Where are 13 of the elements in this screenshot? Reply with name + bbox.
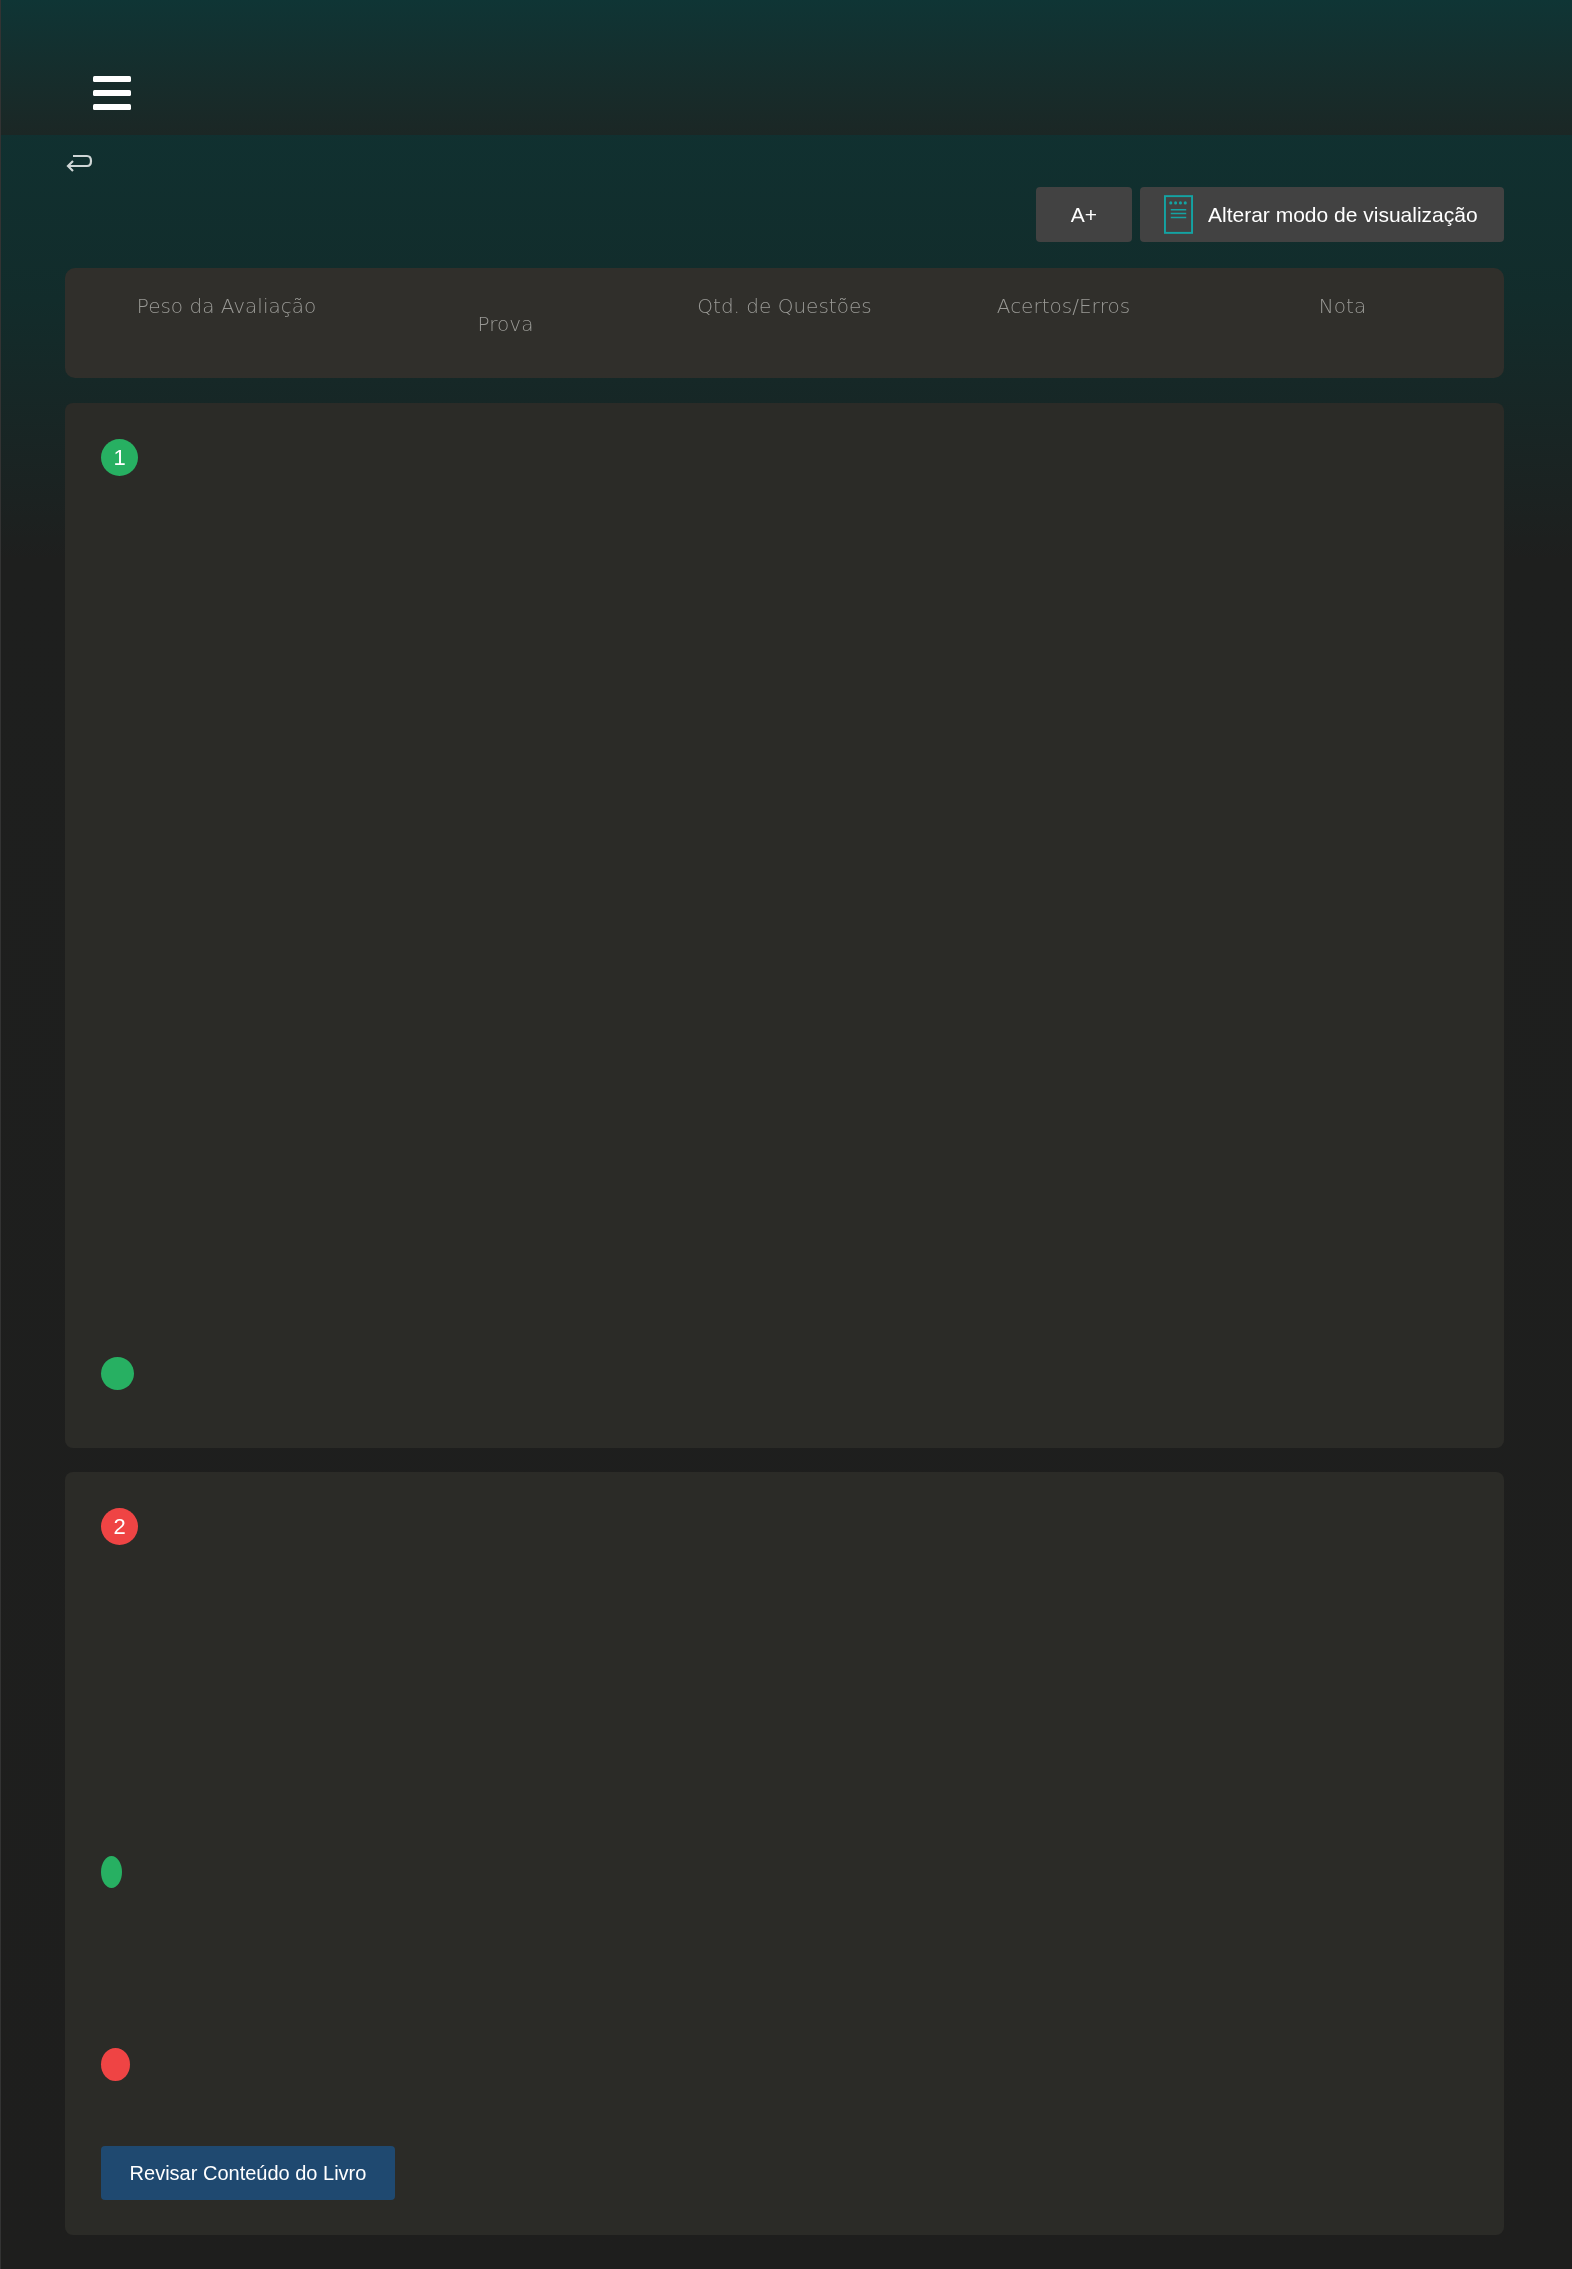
question-number: 1 <box>101 439 138 476</box>
column-heading: Peso da Avaliação <box>135 294 318 318</box>
column-heading: Nota <box>1317 294 1368 318</box>
column-heading: Prova <box>476 311 535 336</box>
back-arrow-icon[interactable] <box>65 153 93 173</box>
view-mode-button[interactable]: Alterar modo de visualização <box>1140 187 1504 242</box>
column-heading: Qtd. de Questões <box>696 294 873 318</box>
column-heading: Acertos/Erros <box>995 294 1132 318</box>
question-number: 2 <box>101 1508 138 1545</box>
review-button[interactable]: Revisar Conteúdo do Livro <box>101 2146 395 2200</box>
menu-icon[interactable] <box>93 75 131 110</box>
document-icon <box>1164 195 1193 234</box>
font-size-button[interactable]: A+ <box>1036 187 1132 242</box>
